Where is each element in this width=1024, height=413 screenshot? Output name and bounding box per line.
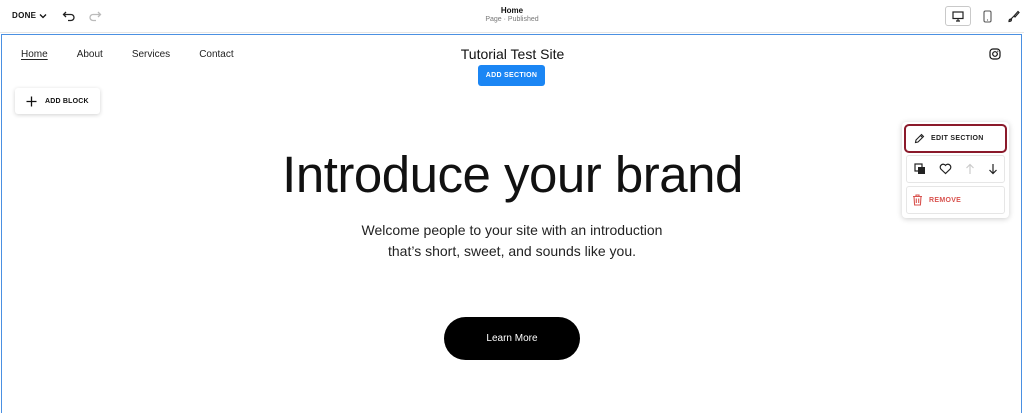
duplicate-icon[interactable] [913, 163, 926, 175]
section-icon-row [906, 155, 1005, 183]
undo-icon[interactable] [62, 9, 76, 23]
desktop-icon [952, 10, 964, 22]
learn-more-button[interactable]: Learn More [444, 317, 580, 360]
add-section-button[interactable]: ADD SECTION [478, 65, 545, 86]
section-actions-panel: EDIT SECTION REMOVE [902, 122, 1009, 218]
edit-section-label: EDIT SECTION [931, 135, 984, 142]
heart-icon[interactable] [939, 163, 952, 175]
page-status: Page · Published [485, 16, 539, 23]
remove-section-button[interactable]: REMOVE [906, 186, 1005, 214]
desktop-view-button[interactable] [945, 6, 971, 26]
editor-toolbar: DONE Home Page · Published [0, 0, 1024, 33]
trash-icon [912, 194, 923, 206]
hero-subtitle-line-1: Welcome people to your site with an intr… [361, 222, 663, 238]
add-block-button[interactable]: ADD BLOCK [15, 88, 100, 114]
instagram-icon[interactable] [989, 48, 1001, 60]
hero-title[interactable]: Introduce your brand [2, 145, 1023, 204]
remove-label: REMOVE [929, 196, 962, 204]
page-title: Home [500, 6, 524, 15]
hero-subtitle-line-2: that’s short, sweet, and sounds like you… [388, 243, 636, 259]
site-title[interactable]: Tutorial Test Site [2, 46, 1023, 62]
add-block-label: ADD BLOCK [45, 97, 89, 105]
chevron-down-icon [39, 12, 47, 20]
arrow-down-icon[interactable] [988, 163, 998, 175]
page-canvas: Home About Services Contact Tutorial Tes… [1, 34, 1022, 413]
redo-icon[interactable] [88, 9, 102, 23]
done-label: DONE [12, 11, 37, 20]
edit-section-button[interactable]: EDIT SECTION [904, 124, 1007, 153]
done-button[interactable]: DONE [12, 11, 47, 20]
paintbrush-icon[interactable] [1007, 9, 1021, 23]
pencil-icon [914, 133, 925, 144]
mobile-icon [982, 9, 992, 23]
mobile-view-button[interactable] [974, 6, 1000, 26]
page-info[interactable]: Home Page · Published [412, 6, 612, 23]
plus-icon [26, 96, 37, 107]
hero-subtitle[interactable]: Welcome people to your site with an intr… [312, 220, 712, 262]
arrow-up-icon [965, 163, 975, 175]
